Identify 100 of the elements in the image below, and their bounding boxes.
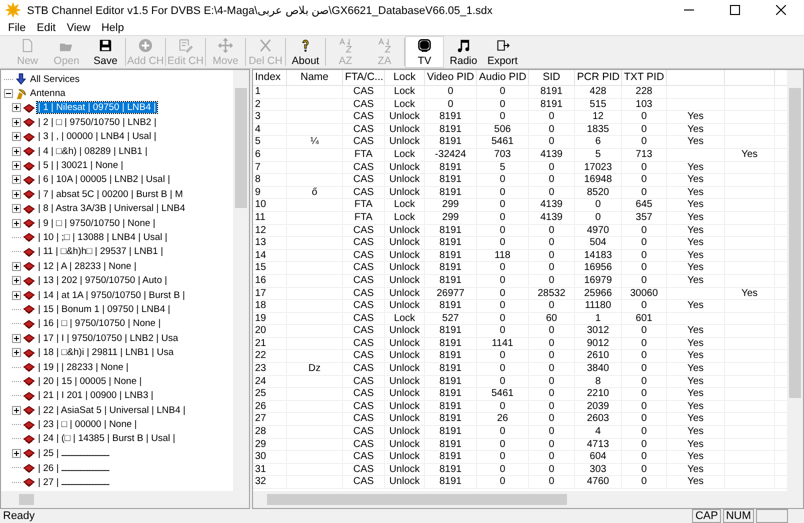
table-cell: 5461 (477, 136, 529, 148)
table-cell: 3840 (575, 363, 622, 375)
toolbar-button[interactable]: Radio (444, 36, 483, 68)
table-cell: Unlock (385, 325, 425, 337)
expand-toggle[interactable] (12, 262, 21, 271)
tree-item[interactable]: Antenna (29, 88, 66, 100)
close-icon[interactable] (776, 5, 786, 15)
scrollbar[interactable] (787, 70, 803, 491)
table-cell: 0 (529, 325, 575, 337)
table-cell: Yes (667, 338, 725, 350)
column-header[interactable]: Name (287, 70, 343, 85)
expand-toggle[interactable] (12, 290, 21, 300)
expand-toggle[interactable] (12, 190, 21, 199)
tree-item[interactable]: | 24 | (□ | 14385 | Burst B | Usal | (37, 433, 176, 444)
expand-toggle[interactable] (12, 276, 21, 286)
table-cell: 0 (622, 124, 667, 136)
toolbar-button[interactable]: About (286, 36, 325, 68)
tree-item[interactable]: | 10 | ;□ | 13088 | LNB4 | Usal | (37, 232, 168, 243)
maximize-icon[interactable] (730, 5, 740, 15)
tree-item[interactable]: | 13 | 202 | 9750/10750 | Auto | (37, 275, 168, 286)
table-cell: Lock (385, 212, 425, 224)
expand-toggle[interactable] (12, 218, 21, 228)
tree-item[interactable]: | 21 | I 201 | 00900 | LNB3 | (37, 390, 154, 402)
menu-item[interactable]: View (62, 22, 96, 34)
tree-item[interactable]: | 19 | | 28233 | None | (37, 362, 130, 372)
table-cell: 5 (477, 162, 529, 174)
column-header[interactable]: PCR PID (575, 70, 622, 85)
tree-item[interactable]: | 20 | 15 | 00005 | None | (37, 376, 143, 387)
tree-item[interactable]: All Services (29, 74, 81, 85)
scrollbar[interactable] (1, 491, 249, 508)
tree-item[interactable]: | 17 | I | 9750/10750 | LNB2 | Usa (37, 332, 180, 344)
tree-item[interactable]: | 3 | , | 00000 | LNB4 | Usal | (37, 131, 158, 142)
tree-item[interactable]: | 27 | ــــــــــــــــ (37, 476, 110, 488)
tree-item[interactable]: | 1 | Nilesat | 09750 | LNB4 | (37, 102, 157, 114)
column-header[interactable]: Video PID (425, 70, 477, 85)
column-header[interactable]: SID (529, 70, 575, 85)
table-cell: 4970 (575, 224, 622, 236)
table-cell: Unlock (385, 438, 425, 450)
column-header[interactable]: FTA/C... (343, 70, 385, 85)
table-cell: 8191 (425, 464, 477, 476)
menu-item[interactable]: Edit (32, 22, 62, 34)
collapse-toggle[interactable] (4, 89, 13, 98)
tree-item[interactable]: | 9 | □ | 9750/10750 | None | (37, 218, 156, 229)
tree-item[interactable]: | 22 | AsiaSat 5 | Universal | LNB4 | (37, 404, 187, 416)
tree-item[interactable]: | 2 | □ | 9750/10750 | LNB2 | (37, 116, 158, 128)
tree-item[interactable]: | 15 | Bonum 1 | 09750 | LNB4 | (37, 304, 172, 315)
expand-toggle[interactable] (12, 161, 21, 170)
table-cell: CAS (343, 124, 385, 136)
table-cell: 8191 (425, 162, 477, 174)
column-header[interactable]: Index (253, 70, 287, 85)
table-cell: CAS (343, 262, 385, 274)
expand-toggle[interactable] (12, 132, 21, 142)
tree-item[interactable]: | 14 | at 1A | 9750/10750 | Burst B | (37, 290, 186, 301)
table-cell: Yes (667, 111, 725, 123)
table-cell: 0 (425, 86, 477, 98)
tree-item[interactable]: | 5 | | 30021 | None | (37, 160, 124, 172)
tree-item[interactable]: | 11 | □&h)h□ | 29537 | LNB1 | (37, 246, 164, 258)
tree-item[interactable]: | 26 | ــــــــــــــــ (37, 462, 110, 474)
tree-item[interactable]: | 12 | A | 28233 | None | (37, 260, 138, 272)
table-cell: 5 (253, 136, 287, 148)
expand-toggle[interactable] (12, 448, 21, 458)
table-cell: 2210 (575, 388, 622, 400)
tree-item[interactable]: | 25 | ــــــــــــــــ (37, 447, 110, 460)
toolbar-button[interactable]: Save (86, 36, 125, 68)
table-cell: 0 (622, 300, 667, 312)
expand-toggle[interactable] (12, 118, 21, 127)
menu-item[interactable]: File (3, 22, 32, 34)
expand-toggle[interactable] (12, 334, 21, 343)
column-header[interactable]: Audio PID (477, 70, 529, 85)
satellite-icon (23, 102, 35, 114)
satellite-icon (23, 116, 35, 128)
column-header[interactable]: Lock (385, 70, 425, 85)
table-cell: Lock (385, 312, 425, 324)
tree-item[interactable]: | 23 | □ | 00000 | None | (37, 419, 138, 430)
tree-item[interactable]: | 7 | absat 5C | 00200 | Burst B | M (37, 188, 184, 200)
tree-item[interactable]: | 18 | □&h)i | 29811 | LNB1 | Usa (37, 347, 175, 358)
expand-toggle[interactable] (12, 204, 21, 214)
toolbar-button[interactable]: TV (405, 36, 444, 68)
expand-toggle[interactable] (12, 103, 21, 112)
expand-toggle[interactable] (12, 146, 21, 156)
table-cell: 8191 (425, 274, 477, 286)
table-cell: CAS (343, 438, 385, 450)
table-cell: 8 (253, 174, 287, 186)
expand-toggle[interactable] (12, 406, 21, 415)
app-sun-icon (5, 2, 21, 18)
table-cell: Unlock (385, 476, 425, 488)
tree-item[interactable]: | 16 | □ | 9750/10750 | None | (37, 318, 162, 330)
expand-toggle[interactable] (12, 348, 21, 358)
expand-toggle[interactable] (12, 175, 21, 184)
table-cell: 0 (622, 363, 667, 375)
tree-item[interactable]: | 4 | □&h) | 08289 | LNB1 | (37, 146, 148, 157)
menu-item[interactable]: Help (96, 22, 130, 34)
toolbar-button[interactable]: Export (483, 36, 522, 68)
column-header[interactable]: TXT PID (622, 70, 667, 85)
scrollbar[interactable] (233, 70, 249, 491)
tree-item[interactable]: | 6 | 10A | 00005 | LNB2 | Usal | (37, 174, 172, 186)
table-cell: 0 (477, 262, 529, 274)
scrollbar[interactable] (253, 491, 803, 508)
table-cell: 0 (529, 162, 575, 174)
tree-item[interactable]: | 8 | Astra 3A/3B | Universal | LNB4 (37, 203, 186, 214)
